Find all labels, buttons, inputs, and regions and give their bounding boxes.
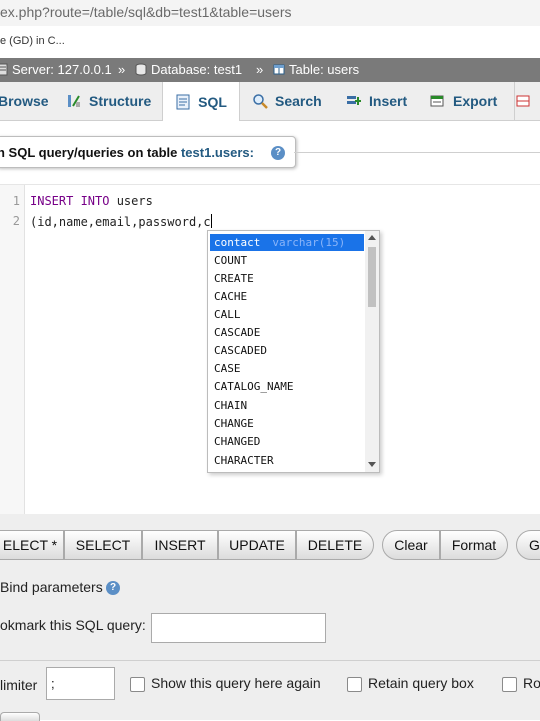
table-tabs: Browse Structure SQL Search Insert Expor…	[0, 82, 540, 121]
breadcrumb-database-label: Database: test1	[151, 62, 243, 77]
autocomplete-list[interactable]: contact varchar(15) COUNT CREATE CACHE CA…	[207, 230, 380, 473]
autocomplete-item[interactable]: CREATE	[210, 270, 364, 287]
get-auto-saved-query-button[interactable]: G	[516, 530, 540, 560]
rollback-label[interactable]: Ro	[523, 675, 540, 691]
select-button[interactable]: SELECT	[64, 530, 142, 560]
divider	[0, 660, 540, 661]
code-line-2: (id,name,email,password,c	[30, 214, 212, 229]
structure-icon	[68, 95, 80, 107]
autocomplete-label: contact	[214, 236, 261, 249]
show-query-again-label[interactable]: Show this query here again	[151, 675, 321, 691]
code-line-1: INSERT INTO users	[30, 194, 153, 208]
breadcrumb-database[interactable]: Database: test1	[135, 62, 242, 77]
import-icon	[516, 95, 530, 107]
bookmark-name-input[interactable]	[151, 613, 326, 643]
autocomplete-item[interactable]: CACHE	[210, 288, 364, 305]
legend-prefix: n SQL query/queries on table	[0, 145, 181, 160]
tab-browse[interactable]: Browse	[0, 82, 49, 120]
tab-structure[interactable]: Structure	[66, 82, 151, 120]
delimiter-value: ;	[51, 676, 55, 691]
rollback-checkbox[interactable]	[502, 677, 517, 692]
autocomplete-item[interactable]: CASCADE	[210, 324, 364, 341]
autocomplete-scrollbar[interactable]	[365, 231, 379, 472]
breadcrumb-server-label: Server: 127.0.0.1	[12, 62, 112, 77]
tab-more[interactable]	[514, 82, 540, 120]
tab-insert[interactable]: Insert	[346, 82, 407, 120]
code-text: users	[109, 194, 153, 208]
help-icon[interactable]: ?	[106, 581, 120, 595]
delimiter-label: limiter	[0, 677, 38, 693]
tab-insert-label: Insert	[369, 93, 408, 109]
autocomplete-item[interactable]: CALL	[210, 306, 364, 323]
delimiter-input[interactable]: ;	[46, 667, 115, 700]
search-icon	[253, 94, 268, 109]
breadcrumb-table[interactable]: Table: users	[273, 62, 359, 77]
autocomplete-item[interactable]: CASCADED	[210, 342, 364, 359]
breadcrumb: Server: 127.0.0.1 » Database: test1 » Ta…	[0, 58, 540, 82]
select-star-button[interactable]: ELECT *	[0, 530, 64, 560]
tab-search-label: Search	[275, 93, 322, 109]
insert-icon	[347, 96, 361, 105]
delete-button[interactable]: DELETE	[296, 530, 374, 560]
tab-search[interactable]: Search	[252, 82, 322, 120]
legend-table-link[interactable]: test1.users:	[181, 145, 254, 160]
clear-button[interactable]: Clear	[382, 530, 440, 560]
autocomplete-item[interactable]: CATALOG_NAME	[210, 378, 364, 395]
scrollbar-thumb[interactable]	[368, 247, 376, 307]
help-icon[interactable]: ?	[271, 146, 285, 160]
tab-sql[interactable]: SQL	[162, 82, 240, 121]
address-bar[interactable]: ex.php?route=/table/sql&db=test1&table=u…	[0, 0, 540, 26]
server-icon	[0, 63, 8, 76]
scroll-down-arrow-icon[interactable]	[368, 462, 376, 467]
autocomplete-type-hint: varchar(15)	[272, 236, 346, 249]
url-text: ex.php?route=/table/sql&db=test1&table=u…	[0, 4, 292, 20]
database-icon	[135, 63, 147, 76]
tab-structure-label: Structure	[89, 93, 152, 109]
retain-query-box-checkbox[interactable]	[347, 677, 362, 692]
export-icon	[430, 95, 444, 107]
update-button[interactable]: UPDATE	[218, 530, 296, 560]
breadcrumb-table-label: Table: users	[289, 62, 360, 77]
code-text: (id,name,email,password,c	[30, 215, 211, 229]
autocomplete-item[interactable]: COUNT	[210, 252, 364, 269]
autocomplete-item[interactable]: CASE	[210, 360, 364, 377]
tab-export-label: Export	[453, 93, 498, 109]
line-number: 2	[12, 214, 20, 228]
autocomplete-item-selected[interactable]: contact varchar(15)	[210, 234, 364, 251]
autocomplete-item[interactable]: CHAIN	[210, 397, 364, 414]
tab-browse-label: Browse	[0, 93, 49, 109]
tab-export[interactable]: Export	[430, 82, 497, 120]
show-query-again-checkbox[interactable]	[130, 677, 145, 692]
line-number: 1	[12, 194, 20, 208]
legend-text: n SQL query/queries on table test1.users…	[0, 145, 254, 160]
fieldset-border	[294, 152, 540, 153]
bookmark-label: okmark this SQL query:	[0, 617, 146, 633]
browser-tab-title[interactable]: e (GD) in C...	[0, 35, 65, 47]
breadcrumb-separator: »	[118, 62, 126, 77]
line-number-gutter: 1 2	[0, 185, 25, 515]
format-button[interactable]: Format	[440, 530, 508, 560]
sql-icon	[176, 94, 190, 109]
table-icon	[273, 64, 285, 75]
insert-button[interactable]: INSERT	[142, 530, 218, 560]
retain-query-box-label[interactable]: Retain query box	[368, 675, 474, 691]
bind-parameters-label[interactable]: Bind parameters	[0, 579, 103, 595]
text-cursor	[210, 214, 212, 228]
autocomplete-item[interactable]: CHARACTER	[210, 452, 364, 469]
breadcrumb-server[interactable]: Server: 127.0.0.1	[0, 62, 112, 77]
sql-query-legend: n SQL query/queries on table test1.users…	[0, 136, 296, 168]
autocomplete-item[interactable]: CHANGED	[210, 433, 364, 450]
scroll-up-arrow-icon[interactable]	[368, 235, 376, 240]
browser-tab-strip: e (GD) in C...	[0, 26, 540, 59]
sql-keyword: INSERT INTO	[30, 194, 110, 208]
autocomplete-item[interactable]: CHANGE	[210, 415, 364, 432]
breadcrumb-separator: »	[256, 62, 264, 77]
tab-sql-label: SQL	[198, 93, 227, 110]
